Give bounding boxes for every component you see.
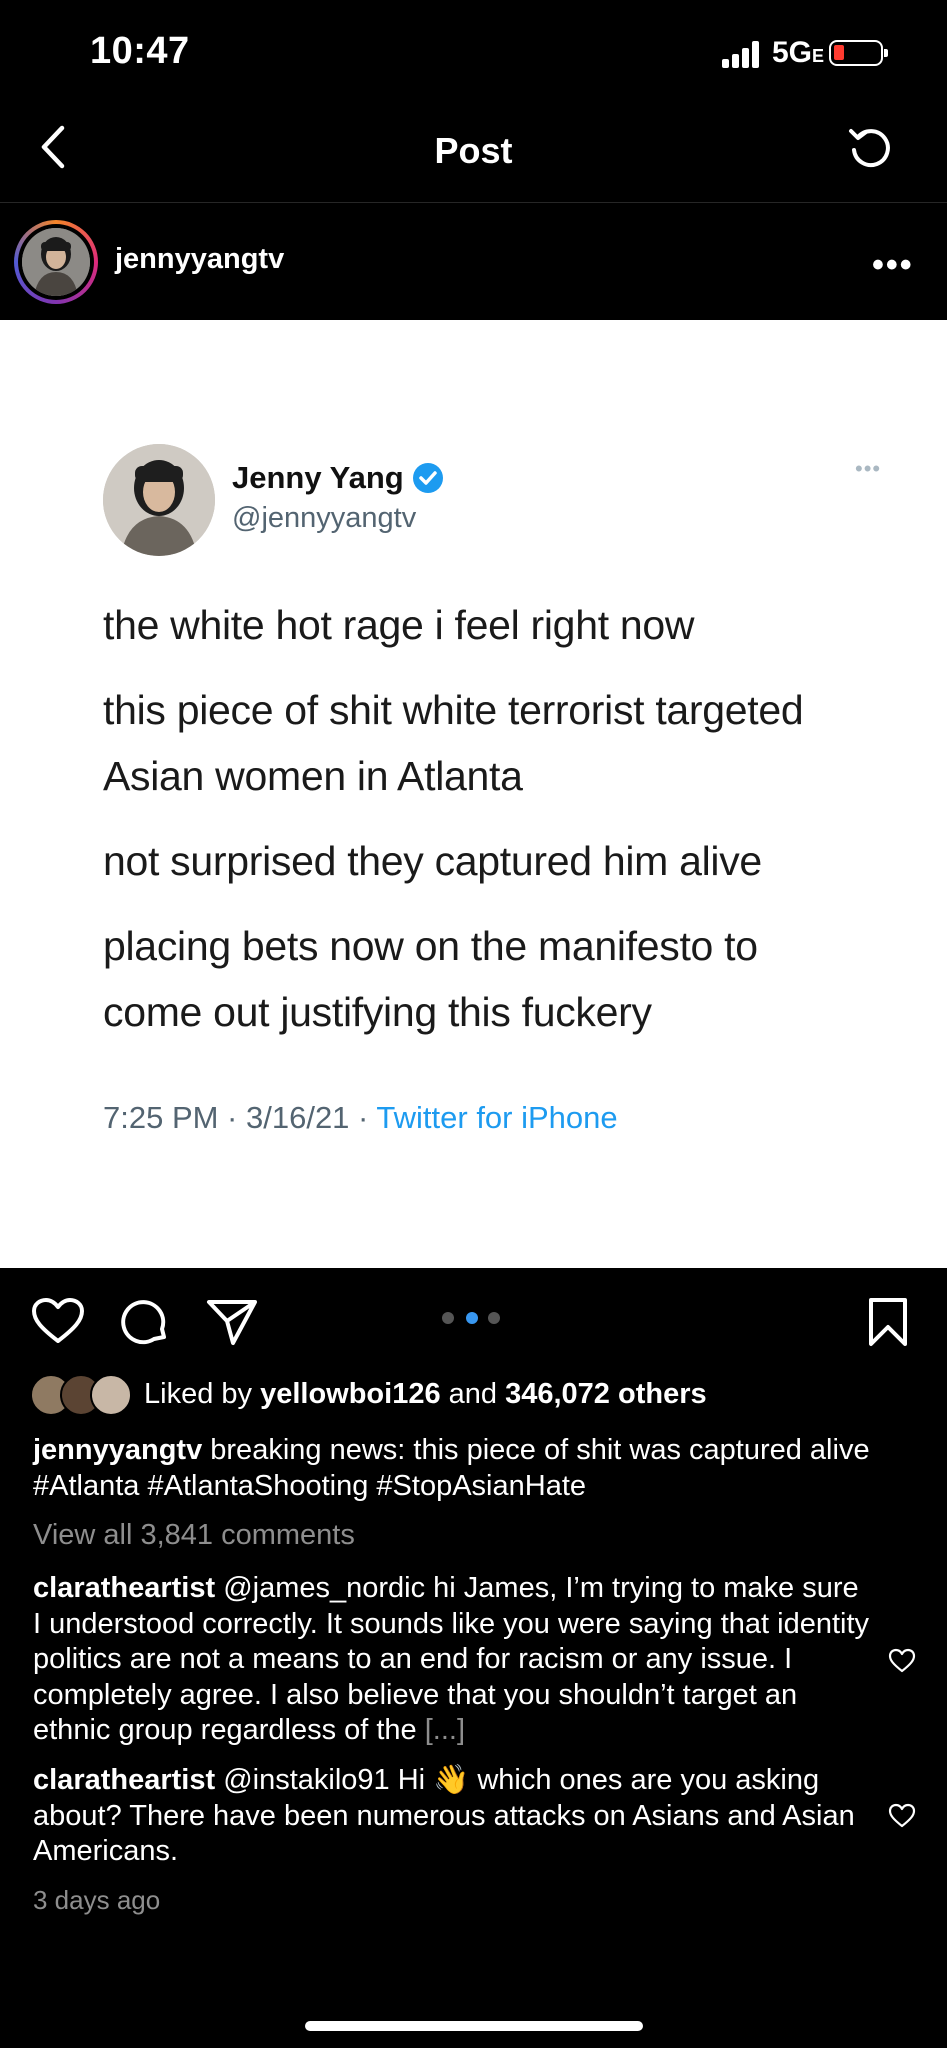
- comment-more-link[interactable]: [...]: [425, 1714, 465, 1746]
- signal-strength-icon: [722, 40, 766, 68]
- comment-username[interactable]: claratheartist: [33, 1572, 215, 1604]
- tweet-timestamp: 7:25 PM · 3/16/21 ·: [103, 1100, 377, 1135]
- more-options-icon[interactable]: •••: [872, 246, 914, 285]
- post-image: Jenny Yang @jennyyangtv ••• the white ho…: [0, 320, 947, 1268]
- battery-icon: [829, 40, 888, 66]
- comment: claratheartist @instakilo91 Hi 👋 which o…: [33, 1763, 873, 1870]
- likes-prefix: Liked by: [144, 1378, 261, 1410]
- comment: claratheartist @james_nordic hi James, I…: [33, 1571, 873, 1749]
- tweet-line: Asian women in Atlanta: [103, 753, 523, 799]
- carousel-indicator: [442, 1312, 504, 1326]
- post-username[interactable]: jennyyangtv: [115, 243, 284, 276]
- tweet-avatar: [103, 444, 215, 556]
- tweet-author-name: Jenny Yang: [232, 460, 404, 495]
- like-heart-icon[interactable]: [31, 1297, 85, 1345]
- liked-by-user[interactable]: yellowboi126: [260, 1378, 441, 1410]
- bookmark-icon[interactable]: [866, 1296, 910, 1348]
- header-divider: [0, 202, 947, 203]
- share-send-icon[interactable]: [205, 1297, 259, 1347]
- tweet-meta: 7:25 PM · 3/16/21 · Twitter for iPhone: [103, 1100, 618, 1136]
- page-title: Post: [434, 130, 513, 171]
- avatar[interactable]: [22, 228, 90, 296]
- comment-like-icon[interactable]: [888, 1648, 916, 1674]
- tweet-handle: @jennyyangtv: [232, 502, 417, 534]
- tweet-source: Twitter for iPhone: [376, 1100, 618, 1135]
- tweet-line: come out justifying this fuckery: [103, 989, 652, 1035]
- likes-count[interactable]: 346,072 others: [505, 1378, 707, 1410]
- status-time: 10:47: [90, 30, 190, 72]
- tweet-line: this piece of shit white terrorist targe…: [103, 687, 804, 733]
- tweet-line: placing bets now on the manifesto to: [103, 923, 758, 969]
- comment-icon[interactable]: [120, 1297, 170, 1347]
- post-caption: jennyyangtv breaking news: this piece of…: [33, 1432, 913, 1504]
- caption-username[interactable]: jennyyangtv: [33, 1434, 202, 1466]
- comment-username[interactable]: claratheartist: [33, 1764, 215, 1796]
- post-timestamp: 3 days ago: [33, 1885, 161, 1915]
- likes-summary[interactable]: Liked by yellowboi126 and 346,072 others: [144, 1378, 707, 1411]
- network-indicator: 5GE: [772, 36, 824, 70]
- comment-like-icon[interactable]: [888, 1803, 916, 1829]
- likes-middle: and: [440, 1378, 506, 1410]
- refresh-icon[interactable]: [845, 123, 895, 173]
- network-suffix: E: [812, 46, 825, 66]
- home-indicator[interactable]: [305, 2021, 643, 2031]
- tweet-line: not surprised they captured him alive: [103, 838, 762, 884]
- tweet-more-icon: •••: [855, 456, 882, 481]
- network-type: 5G: [772, 36, 813, 69]
- view-all-comments-link[interactable]: View all 3,841 comments: [33, 1519, 355, 1552]
- verified-badge-icon: [413, 463, 443, 493]
- tweet-line: the white hot rage i feel right now: [103, 602, 695, 648]
